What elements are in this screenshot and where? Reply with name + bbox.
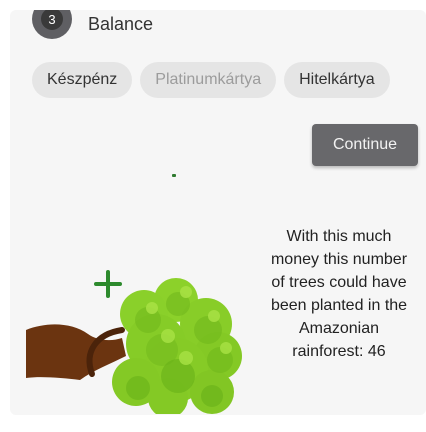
header: 3 Balance: [32, 10, 153, 40]
step-number: 3: [41, 10, 63, 30]
tree-icon: [26, 270, 242, 414]
app-screen: 3 Balance Készpénz Platinumkártya Hitelk…: [10, 10, 426, 415]
continue-button[interactable]: Continue: [312, 124, 418, 166]
payment-options: Készpénz Platinumkártya Hitelkártya: [32, 62, 390, 98]
decorative-dot: [172, 174, 176, 177]
page-title: Balance: [88, 13, 154, 34]
chip-platinum-card[interactable]: Platinumkártya: [140, 62, 277, 98]
plus-icon: [94, 270, 122, 298]
chip-credit-card[interactable]: Hitelkártya: [284, 62, 390, 98]
trees-info-text: With this much money this number of tree…: [270, 228, 408, 360]
chip-cash[interactable]: Készpénz: [32, 62, 133, 98]
step-badge: 3: [32, 10, 72, 39]
